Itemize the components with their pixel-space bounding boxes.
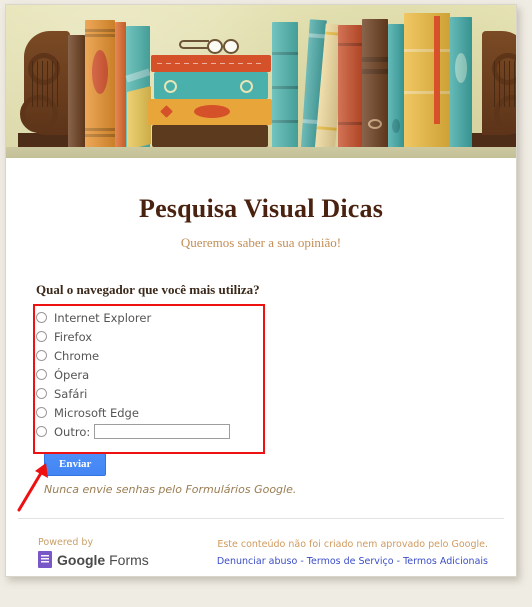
link-separator: - bbox=[396, 556, 401, 567]
other-text-input[interactable] bbox=[94, 424, 231, 439]
radio-option-opera[interactable]: Ópera bbox=[36, 365, 516, 384]
book-spine bbox=[450, 17, 472, 147]
eyeglasses-icon bbox=[179, 37, 239, 55]
footer-right-block: Este conteúdo não foi criado nem aprovad… bbox=[217, 537, 488, 567]
question-block: Qual o navegador que você mais utiliza? … bbox=[33, 282, 516, 454]
form-title: Pesquisa Visual Dicas bbox=[138, 194, 384, 223]
form-page: Pesquisa Visual Dicas Queremos saber a s… bbox=[5, 4, 517, 577]
radio-circle-icon[interactable] bbox=[36, 369, 47, 380]
google-disclaimer-text: Este conteúdo não foi criado nem aprovad… bbox=[217, 539, 488, 550]
stacked-book bbox=[148, 99, 272, 125]
radio-option-microsoft-edge[interactable]: Microsoft Edge bbox=[36, 403, 516, 422]
brand-google-text: Google bbox=[57, 551, 106, 568]
bookmark-ribbon-icon bbox=[434, 16, 440, 124]
radio-option-chrome[interactable]: Chrome bbox=[36, 346, 516, 365]
password-warning-note: Nunca envie senhas pelo Formulários Goog… bbox=[44, 483, 297, 496]
book-spine bbox=[388, 24, 404, 147]
brand-forms-text: Forms bbox=[109, 551, 149, 568]
book-spine bbox=[404, 13, 450, 147]
book-spine bbox=[68, 35, 85, 147]
google-forms-logo[interactable]: Google Forms bbox=[38, 551, 149, 568]
radio-group-browser: Internet Explorer Firefox Chrome Ópera S… bbox=[36, 308, 516, 441]
radio-circle-icon[interactable] bbox=[36, 407, 47, 418]
submit-button[interactable]: Enviar bbox=[44, 453, 107, 476]
radio-option-label: Internet Explorer bbox=[54, 310, 152, 325]
radio-circle-icon[interactable] bbox=[36, 350, 47, 361]
radio-option-label: Outro: bbox=[54, 424, 91, 439]
book-spine bbox=[338, 25, 362, 147]
submit-row: Enviar bbox=[44, 453, 516, 476]
question-label: Qual o navegador que você mais utiliza? bbox=[36, 282, 260, 297]
radio-option-label: Safári bbox=[54, 386, 88, 401]
page-footer: Powered by Google Forms Este conteúdo nã… bbox=[6, 519, 516, 568]
form-content: Pesquisa Visual Dicas Queremos saber a s… bbox=[6, 194, 516, 568]
google-forms-document-icon bbox=[38, 551, 52, 568]
radio-option-safari[interactable]: Safári bbox=[36, 384, 516, 403]
radio-circle-icon[interactable] bbox=[36, 331, 47, 342]
link-separator: - bbox=[300, 556, 304, 567]
stacked-book bbox=[151, 55, 271, 72]
report-abuse-link[interactable]: Denunciar abuso bbox=[217, 556, 297, 567]
radio-circle-icon[interactable] bbox=[36, 388, 47, 399]
additional-terms-link[interactable]: Termos Adicionais bbox=[403, 556, 488, 567]
header-banner-books-illustration bbox=[6, 5, 516, 158]
google-forms-wordmark: Google Forms bbox=[57, 552, 149, 568]
powered-by-label: Powered by bbox=[38, 537, 94, 548]
radio-option-firefox[interactable]: Firefox bbox=[36, 327, 516, 346]
radio-option-other[interactable]: Outro: bbox=[36, 422, 516, 441]
book-spine bbox=[115, 22, 126, 147]
form-subtitle: Queremos saber a sua opinião! bbox=[180, 235, 342, 250]
shelf-surface bbox=[6, 147, 516, 158]
radio-option-label: Microsoft Edge bbox=[54, 405, 139, 420]
radio-option-label: Chrome bbox=[54, 348, 100, 363]
book-spine bbox=[272, 22, 298, 147]
bookend-right-icon bbox=[472, 29, 516, 147]
book-spine bbox=[85, 20, 115, 147]
stacked-book bbox=[152, 125, 268, 147]
terms-of-service-link[interactable]: Termos de Serviço bbox=[307, 556, 394, 567]
powered-by-block: Powered by Google Forms bbox=[38, 537, 149, 568]
radio-option-internet-explorer[interactable]: Internet Explorer bbox=[36, 308, 516, 327]
footer-links: Denunciar abuso - Termos de Serviço - Te… bbox=[217, 556, 488, 567]
radio-option-label: Ópera bbox=[54, 367, 90, 382]
radio-circle-icon[interactable] bbox=[36, 312, 47, 323]
book-spine bbox=[362, 19, 388, 147]
stacked-book bbox=[154, 72, 268, 99]
radio-option-label: Firefox bbox=[54, 329, 93, 344]
radio-circle-icon[interactable] bbox=[36, 426, 47, 437]
